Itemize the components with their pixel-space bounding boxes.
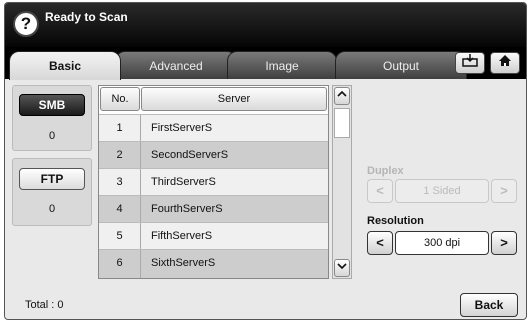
server-name: SixthServerS [151,257,216,269]
ftp-count: 0 [48,203,56,215]
duplex-spinner: < 1 Sided > [367,179,517,203]
ftp-group: FTP 0 [12,158,92,226]
row-number: 4 [99,196,141,222]
resolution-label: Resolution [367,215,424,227]
scroll-down-button[interactable] [334,259,350,277]
smb-count: 0 [48,130,56,142]
job-status-icon [462,54,478,67]
row-number: 6 [99,250,141,278]
table-row[interactable]: 2 SecondServerS [99,141,328,168]
server-name: FourthServerS [151,203,223,215]
table-row[interactable]: 6 SixthServerS [99,249,328,278]
duplex-next-button: > [491,179,517,203]
resolution-value: 300 dpi [395,231,489,255]
duplex-value: 1 Sided [395,179,489,203]
column-header-server[interactable]: Server [141,87,327,111]
scan-window: ? Ready to Scan Advanced Image Output Ba… [4,2,527,320]
row-number: 5 [99,223,141,249]
title-bar: ? Ready to Scan [5,3,526,47]
home-icon [499,55,511,66]
tab-image[interactable]: Image [227,51,337,79]
help-icon[interactable]: ? [13,11,39,37]
scroll-thumb[interactable] [334,108,350,138]
duplex-label: Duplex [367,165,404,177]
total-count: Total : 0 [25,299,64,311]
row-number: 1 [99,115,141,141]
smb-group: SMB 0 [12,85,92,151]
tab-basic[interactable]: Basic [9,51,121,80]
table-row[interactable]: 5 FifthServerS [99,222,328,249]
resolution-spinner: < 300 dpi > [367,231,517,255]
job-status-button[interactable] [455,52,485,74]
tab-bar: Advanced Image Output Basic [5,47,526,80]
chevron-up-icon [337,90,347,97]
smb-button[interactable]: SMB [19,94,85,116]
table-row[interactable]: 3 ThirdServerS [99,168,328,195]
server-table: No. Server 1 FirstServerS 2 SecondServer… [98,85,329,279]
tab-advanced[interactable]: Advanced [115,51,237,79]
back-button[interactable]: Back [460,293,518,317]
table-row[interactable]: 1 FirstServerS [99,114,328,141]
row-number: 2 [99,142,141,168]
server-scrollbar[interactable] [332,85,352,279]
duplex-previous-button: < [367,179,393,203]
table-row[interactable]: 4 FourthServerS [99,195,328,222]
server-name: FirstServerS [151,122,213,134]
home-button[interactable] [490,52,520,74]
page-title: Ready to Scan [45,10,128,24]
row-number: 3 [99,169,141,195]
column-header-no[interactable]: No. [100,87,140,111]
chevron-down-icon [337,263,347,270]
scroll-up-button[interactable] [334,87,350,105]
server-name: ThirdServerS [151,176,216,188]
tab-output[interactable]: Output [335,51,467,79]
resolution-next-button[interactable]: > [491,231,517,255]
server-name: SecondServerS [151,149,229,161]
ftp-button[interactable]: FTP [19,168,85,190]
server-name: FifthServerS [151,230,213,242]
resolution-previous-button[interactable]: < [367,231,393,255]
